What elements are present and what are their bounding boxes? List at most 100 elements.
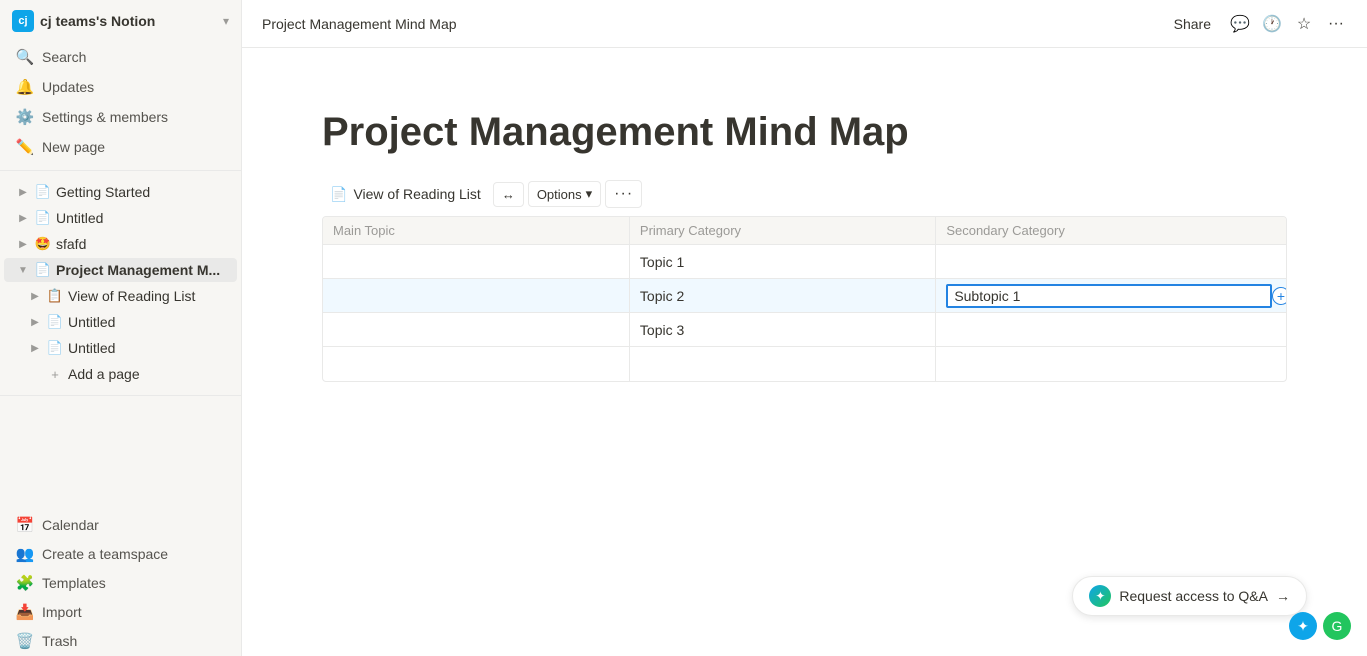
options-button[interactable]: Options ▾ <box>528 181 601 207</box>
view-title-label: View of Reading List <box>353 186 480 202</box>
share-button[interactable]: Share <box>1166 12 1219 36</box>
topbar-actions: Share 💬 🕐 ☆ ··· <box>1166 12 1347 36</box>
workspace-name: cj teams's Notion <box>40 13 217 29</box>
history-button[interactable]: 🕐 <box>1261 13 1283 35</box>
sidebar-action-updates[interactable]: 🔔 Updates <box>4 73 237 101</box>
workspace-avatar: cj <box>12 10 34 32</box>
sidebar-item-sfafd[interactable]: ▶ 🤩 sfafd <box>4 232 237 256</box>
more-options-button[interactable]: ··· <box>605 180 642 208</box>
sidebar-divider-2 <box>0 395 241 396</box>
cell-secondary-1[interactable] <box>936 245 1286 279</box>
more-button[interactable]: ··· <box>1325 13 1347 35</box>
expand-arrow-icon: ▶ <box>28 341 42 355</box>
request-access-arrow: → <box>1276 588 1290 604</box>
sidebar-item-create-teamspace[interactable]: 👥 Create a teamspace <box>4 540 237 568</box>
cell-edit-input[interactable] <box>946 284 1272 308</box>
settings-icon: ⚙️ <box>16 108 34 126</box>
table-header-row: Main Topic Primary Category Secondary Ca… <box>323 217 1286 245</box>
new-page-icon: ✏️ <box>16 138 34 156</box>
column-header-primary[interactable]: Primary Category <box>629 217 935 245</box>
cell-main-4[interactable] <box>323 347 629 381</box>
topbar-page-title: Project Management Mind Map <box>262 16 457 32</box>
options-chevron-icon: ▾ <box>586 186 593 202</box>
sidebar-item-untitled-2[interactable]: ▶ 📄 Untitled <box>4 310 237 334</box>
search-icon: 🔍 <box>16 48 34 66</box>
templates-icon: 🧩 <box>16 574 34 592</box>
sidebar-item-untitled-3[interactable]: ▶ 📄 Untitled <box>4 336 237 360</box>
cell-primary-4[interactable] <box>629 347 935 381</box>
table-row: + ⠿ Topic 2 + <box>323 279 1286 313</box>
page-icon: 📄 <box>46 313 64 331</box>
item-label: Project Management M... <box>56 262 233 278</box>
request-access-label: Request access to Q&A <box>1119 588 1268 604</box>
page-icon: 📄 <box>34 209 52 227</box>
cell-add-property-button[interactable]: + <box>1272 287 1287 305</box>
sidebar-item-trash[interactable]: 🗑️ Trash <box>4 627 237 655</box>
cell-main-3[interactable] <box>323 313 629 347</box>
database-icon: 📋 <box>46 287 64 305</box>
column-header-main-topic[interactable]: Main Topic <box>323 217 629 245</box>
page-icon: 📄 <box>46 339 64 357</box>
workspace-chevron-icon: ▾ <box>223 14 229 28</box>
sidebar-item-view-reading-list[interactable]: ▶ 📋 View of Reading List <box>4 284 237 308</box>
favorite-button[interactable]: ☆ <box>1293 13 1315 35</box>
emoji-icon: 🤩 <box>34 235 52 253</box>
sidebar-action-search[interactable]: 🔍 Search <box>4 43 237 71</box>
topbar: Project Management Mind Map Share 💬 🕐 ☆ … <box>242 0 1367 48</box>
green-assist-icon[interactable]: G <box>1323 612 1351 640</box>
cell-primary-1[interactable]: Topic 1 <box>629 245 935 279</box>
sidebar-item-templates[interactable]: 🧩 Templates <box>4 569 237 597</box>
sidebar-action-settings[interactable]: ⚙️ Settings & members <box>4 103 237 131</box>
request-access-button[interactable]: ✦ Request access to Q&A → <box>1072 576 1307 616</box>
options-label: Options <box>537 187 582 202</box>
table: Main Topic Primary Category Secondary Ca… <box>323 217 1286 381</box>
expand-icon: ↔ <box>502 187 515 202</box>
column-header-secondary[interactable]: Secondary Category <box>936 217 1286 245</box>
expand-arrow-icon: ▶ <box>28 315 42 329</box>
trash-icon: 🗑️ <box>16 632 34 650</box>
trash-label: Trash <box>42 633 77 649</box>
add-page-label: Add a page <box>68 366 233 382</box>
cell-primary-3[interactable]: Topic 3 <box>629 313 935 347</box>
page-icon: 📄 <box>34 183 52 201</box>
cell-main-2[interactable]: + ⠿ <box>323 279 629 313</box>
cell-secondary-3[interactable] <box>936 313 1286 347</box>
sidebar-item-calendar[interactable]: 📅 Calendar <box>4 511 237 539</box>
cell-primary-2[interactable]: Topic 2 <box>629 279 935 313</box>
view-title[interactable]: 📄 View of Reading List <box>322 182 489 207</box>
database-table: Main Topic Primary Category Secondary Ca… <box>322 216 1287 382</box>
item-label: Getting Started <box>56 184 233 200</box>
main-content: Project Management Mind Map Share 💬 🕐 ☆ … <box>242 0 1367 656</box>
comment-button[interactable]: 💬 <box>1229 13 1251 35</box>
calendar-icon: 📅 <box>16 516 34 534</box>
workspace-header[interactable]: cj cj teams's Notion ▾ <box>0 0 241 42</box>
updates-label: Updates <box>42 79 94 95</box>
sidebar-divider <box>0 170 241 171</box>
updates-icon: 🔔 <box>16 78 34 96</box>
cell-main-1[interactable] <box>323 245 629 279</box>
sidebar-item-project-mgmt[interactable]: ▼ 📄 Project Management M... <box>4 258 237 282</box>
teamspace-icon: 👥 <box>16 545 34 563</box>
page-content: Project Management Mind Map 📄 View of Re… <box>242 48 1367 656</box>
sidebar-item-getting-started[interactable]: ▶ 📄 Getting Started <box>4 180 237 204</box>
item-label: sfafd <box>56 236 233 252</box>
import-label: Import <box>42 604 82 620</box>
sidebar-action-new-page[interactable]: ✏️ New page <box>4 133 237 161</box>
cell-secondary-4[interactable] <box>936 347 1286 381</box>
sidebar-item-add-page[interactable]: ▶ + Add a page <box>4 362 237 386</box>
database-toolbar: 📄 View of Reading List ↔ Options ▾ ··· <box>322 180 1287 208</box>
calendar-label: Calendar <box>42 517 99 533</box>
sidebar-item-untitled-1[interactable]: ▶ 📄 Untitled <box>4 206 237 230</box>
page-icon: 📄 <box>34 261 52 279</box>
sidebar-item-import[interactable]: 📥 Import <box>4 598 237 626</box>
expand-arrow-icon: ▶ <box>28 289 42 303</box>
sidebar: cj cj teams's Notion ▾ 🔍 Search 🔔 Update… <box>0 0 242 656</box>
table-row <box>323 347 1286 381</box>
import-icon: 📥 <box>16 603 34 621</box>
expand-button[interactable]: ↔ <box>493 182 524 207</box>
expand-arrow-icon: ▶ <box>16 185 30 199</box>
item-label: View of Reading List <box>68 288 233 304</box>
create-teamspace-label: Create a teamspace <box>42 546 168 562</box>
cell-secondary-2[interactable]: + <box>936 279 1286 313</box>
teal-assist-icon[interactable]: ✦ <box>1289 612 1317 640</box>
